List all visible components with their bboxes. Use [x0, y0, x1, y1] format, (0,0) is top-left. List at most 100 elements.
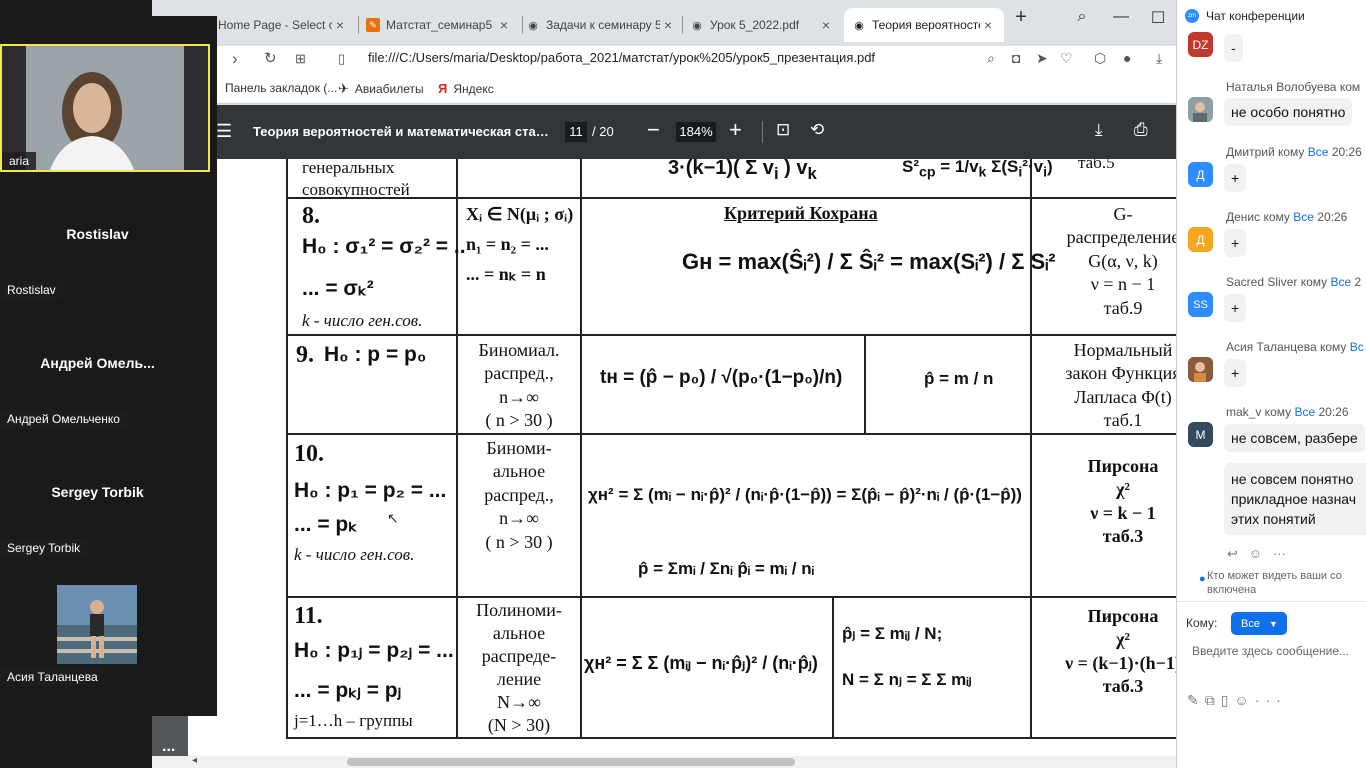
bookmarks-bar: Панель закладок (... ✈ Авиабилеты Я Янде…	[152, 72, 1214, 104]
hypothesis-line2: ... = σₖ²	[302, 277, 374, 300]
pdf-viewport[interactable]: генеральных совокупностей 3·(k−1)( Σ vi …	[152, 159, 1214, 768]
hypothesis-note: j=1…h – группы	[294, 711, 413, 730]
avatar	[1188, 357, 1213, 382]
message-sender: Дмитрий кому Все 20:26	[1226, 145, 1362, 159]
globe-icon: ◉	[692, 19, 702, 32]
recipient-select[interactable]: Все ▼	[1231, 612, 1287, 635]
formula-extra: p̂ⱼ = Σ mᵢⱼ / N; N = Σ nⱼ = Σ Σ mᵢⱼ	[842, 624, 972, 689]
tab-urok5[interactable]: ◉ Урок 5_2022.pdf ×	[682, 8, 842, 42]
cell-top-tab: таб.5	[1078, 159, 1115, 172]
format-icon[interactable]: ✎	[1187, 692, 1205, 708]
bookmark-label: Авиабилеты	[354, 82, 424, 96]
condition-cell: Xᵢ ∈ N(μᵢ ; σᵢ) n₁ = n₂ = ... ... = nₖ =…	[466, 204, 574, 284]
message-input[interactable]	[1192, 642, 1362, 660]
screen: Home Page - Select or × ✎ Матстат_семина…	[0, 0, 1366, 768]
file-icon[interactable]: ▯	[1221, 692, 1235, 708]
tab-strip: Home Page - Select or × ✎ Матстат_семина…	[152, 0, 1214, 46]
avatar-photo	[1188, 97, 1213, 122]
hypothesis-line1: H₀ : p₁ⱼ = p₂ⱼ = ...	[294, 639, 454, 662]
message-actions: ↩ ☺ ···	[1227, 546, 1286, 562]
edit-icon: ✎	[366, 18, 380, 32]
emoji-icon[interactable]: ☺	[1234, 692, 1254, 708]
yandex-icon: Я	[438, 81, 448, 96]
bookmark-label: Яндекс	[453, 81, 494, 96]
avatar	[1188, 97, 1213, 122]
condition-cell: Полиноми- альное распреде- ление N→∞ (N …	[476, 600, 562, 735]
download-icon[interactable]: ⤓	[1156, 50, 1162, 67]
browser-window: Home Page - Select or × ✎ Матстат_семина…	[152, 0, 1214, 768]
more-icon[interactable]: ···	[1255, 692, 1287, 708]
table-line	[864, 335, 866, 435]
close-icon[interactable]: ×	[332, 17, 348, 33]
close-icon[interactable]: ×	[980, 17, 996, 33]
scroll-left-icon[interactable]: ◂	[192, 755, 197, 766]
participant-name: Андрей Омель...	[40, 355, 155, 371]
print-icon[interactable]: ⎙	[1134, 120, 1148, 140]
bookmark-aviabilety[interactable]: ✈ Авиабилеты	[338, 81, 424, 97]
search-icon[interactable]: ⌕	[987, 50, 995, 67]
tab-zadachi[interactable]: ◉ Задачи к семинару 5. ×	[518, 8, 684, 42]
more-icon[interactable]: ···	[1273, 546, 1286, 561]
zoom-out-button[interactable]: −	[647, 117, 660, 143]
participant-tile-andrey[interactable]: Андрей Омель... Андрей Омельченко	[0, 303, 210, 428]
avatar: DZ	[1188, 32, 1213, 57]
camera-icon[interactable]: ◘	[1012, 50, 1020, 66]
message-sender: Наталья Волобуева ком	[1226, 80, 1361, 94]
sender-name: Sacred Sliver кому	[1226, 275, 1328, 289]
participant-tile-asiya[interactable]: Асия Таланцева	[0, 561, 210, 686]
bookmark-folder[interactable]: Панель закладок (...	[225, 81, 337, 95]
close-icon[interactable]: ×	[496, 17, 512, 33]
tab-title: Задачи к семинару 5.	[546, 18, 660, 32]
profile-icon[interactable]: ●	[1123, 50, 1131, 66]
cube-icon[interactable]: ⬡	[1094, 50, 1106, 67]
scroll-thumb[interactable]	[347, 758, 795, 766]
zoom-in-button[interactable]: +	[729, 117, 742, 143]
close-icon[interactable]: ×	[660, 17, 676, 33]
rotate-icon[interactable]: ⟲	[810, 120, 824, 140]
apps-grid-icon[interactable]: ⊞	[295, 51, 306, 67]
formula-t: tн = (p̂ − p₀) / √(p₀·(1−p₀)/n)	[600, 367, 843, 388]
horizontal-scrollbar[interactable]: ◂ ▸	[152, 755, 1214, 768]
screenshot-icon[interactable]: ⧉	[1205, 692, 1221, 708]
table-line	[580, 159, 582, 739]
message-sender: Асия Таланцева кому Вс	[1226, 340, 1364, 354]
close-icon[interactable]: ×	[818, 17, 834, 33]
participant-photo	[57, 585, 137, 664]
tab-home[interactable]: Home Page - Select or ×	[210, 8, 356, 42]
tab-matstat[interactable]: ✎ Матстат_семинар5 - I ×	[358, 8, 520, 42]
download-icon[interactable]: ⤓	[1095, 120, 1103, 140]
maximize-icon[interactable]: ☐	[1143, 8, 1173, 28]
avatar: Д	[1188, 162, 1213, 187]
table-line	[286, 334, 1214, 336]
tab-teoriya-active[interactable]: ◉ Теория вероятностей ×	[844, 8, 1004, 42]
participant-tile-sergey[interactable]: Sergey Torbik Sergey Torbik	[0, 432, 210, 557]
timestamp: 20:26	[1331, 145, 1362, 159]
table-line	[286, 159, 288, 739]
url-bar[interactable]: file:///C:/Users/maria/Desktop/работа_20…	[368, 50, 875, 65]
row-number: 11.	[294, 603, 323, 629]
menu-icon[interactable]: ☰	[216, 121, 232, 142]
reply-icon[interactable]: ↩	[1227, 546, 1238, 561]
cell-top-text: генеральных совокупностей	[302, 159, 410, 199]
chat-message: +	[1224, 229, 1247, 257]
more-participants-button[interactable]: ...	[162, 738, 175, 756]
reload-icon[interactable]: ↻	[264, 49, 277, 67]
table-line	[832, 597, 834, 738]
emoji-icon[interactable]: ☺	[1249, 546, 1262, 561]
page-number-input[interactable]: 11	[565, 122, 587, 142]
send-icon[interactable]: ➤	[1036, 50, 1048, 67]
fit-page-icon[interactable]: ⊡	[776, 120, 790, 140]
heart-icon[interactable]: ♡	[1060, 50, 1073, 67]
file-icon: ▯	[338, 51, 346, 66]
zoom-level[interactable]: 184%	[676, 122, 716, 142]
new-tab-icon[interactable]: +	[1006, 6, 1036, 29]
bookmark-yandex[interactable]: Я Яндекс	[438, 81, 494, 96]
forward-icon[interactable]: ›	[232, 49, 238, 69]
participant-tile-maria[interactable]: aria	[0, 44, 210, 172]
tab-title: Урок 5_2022.pdf	[710, 18, 800, 32]
cell-top-formula: 3·(k−1)( Σ vi ) vk	[668, 159, 817, 183]
formula-cochran: Gн = max(Ŝᵢ²) / Σ Ŝᵢ² = max(Sᵢ²) / Σ Sᵢ²	[682, 249, 1056, 274]
minimize-icon[interactable]: —	[1106, 8, 1136, 26]
search-tabs-icon[interactable]: ⌕	[1067, 8, 1097, 26]
participant-tile-rostislav[interactable]: Rostislav Rostislav	[0, 174, 210, 299]
